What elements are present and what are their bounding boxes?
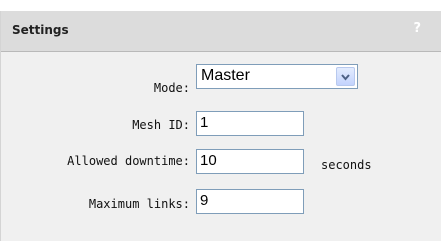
mesh-id-label: Mesh ID: [132,118,190,132]
mode-select-value: Master [201,67,250,84]
panel-title: Settings [12,23,69,37]
allowed-downtime-label: Allowed downtime: [67,154,190,168]
downtime-unit-label: seconds [321,158,372,172]
maximum-links-label: Maximum links: [88,197,190,211]
mesh-id-input[interactable]: 1 [196,111,304,136]
allowed-downtime-input[interactable]: 10 [196,149,304,174]
help-icon[interactable]: ? [413,21,421,36]
maximum-links-input[interactable]: 9 [196,189,304,214]
panel-header: Settings ? [1,11,441,52]
mode-label: Mode: [153,81,190,95]
mode-select[interactable]: Master [196,64,358,89]
chevron-down-icon[interactable] [336,67,355,86]
